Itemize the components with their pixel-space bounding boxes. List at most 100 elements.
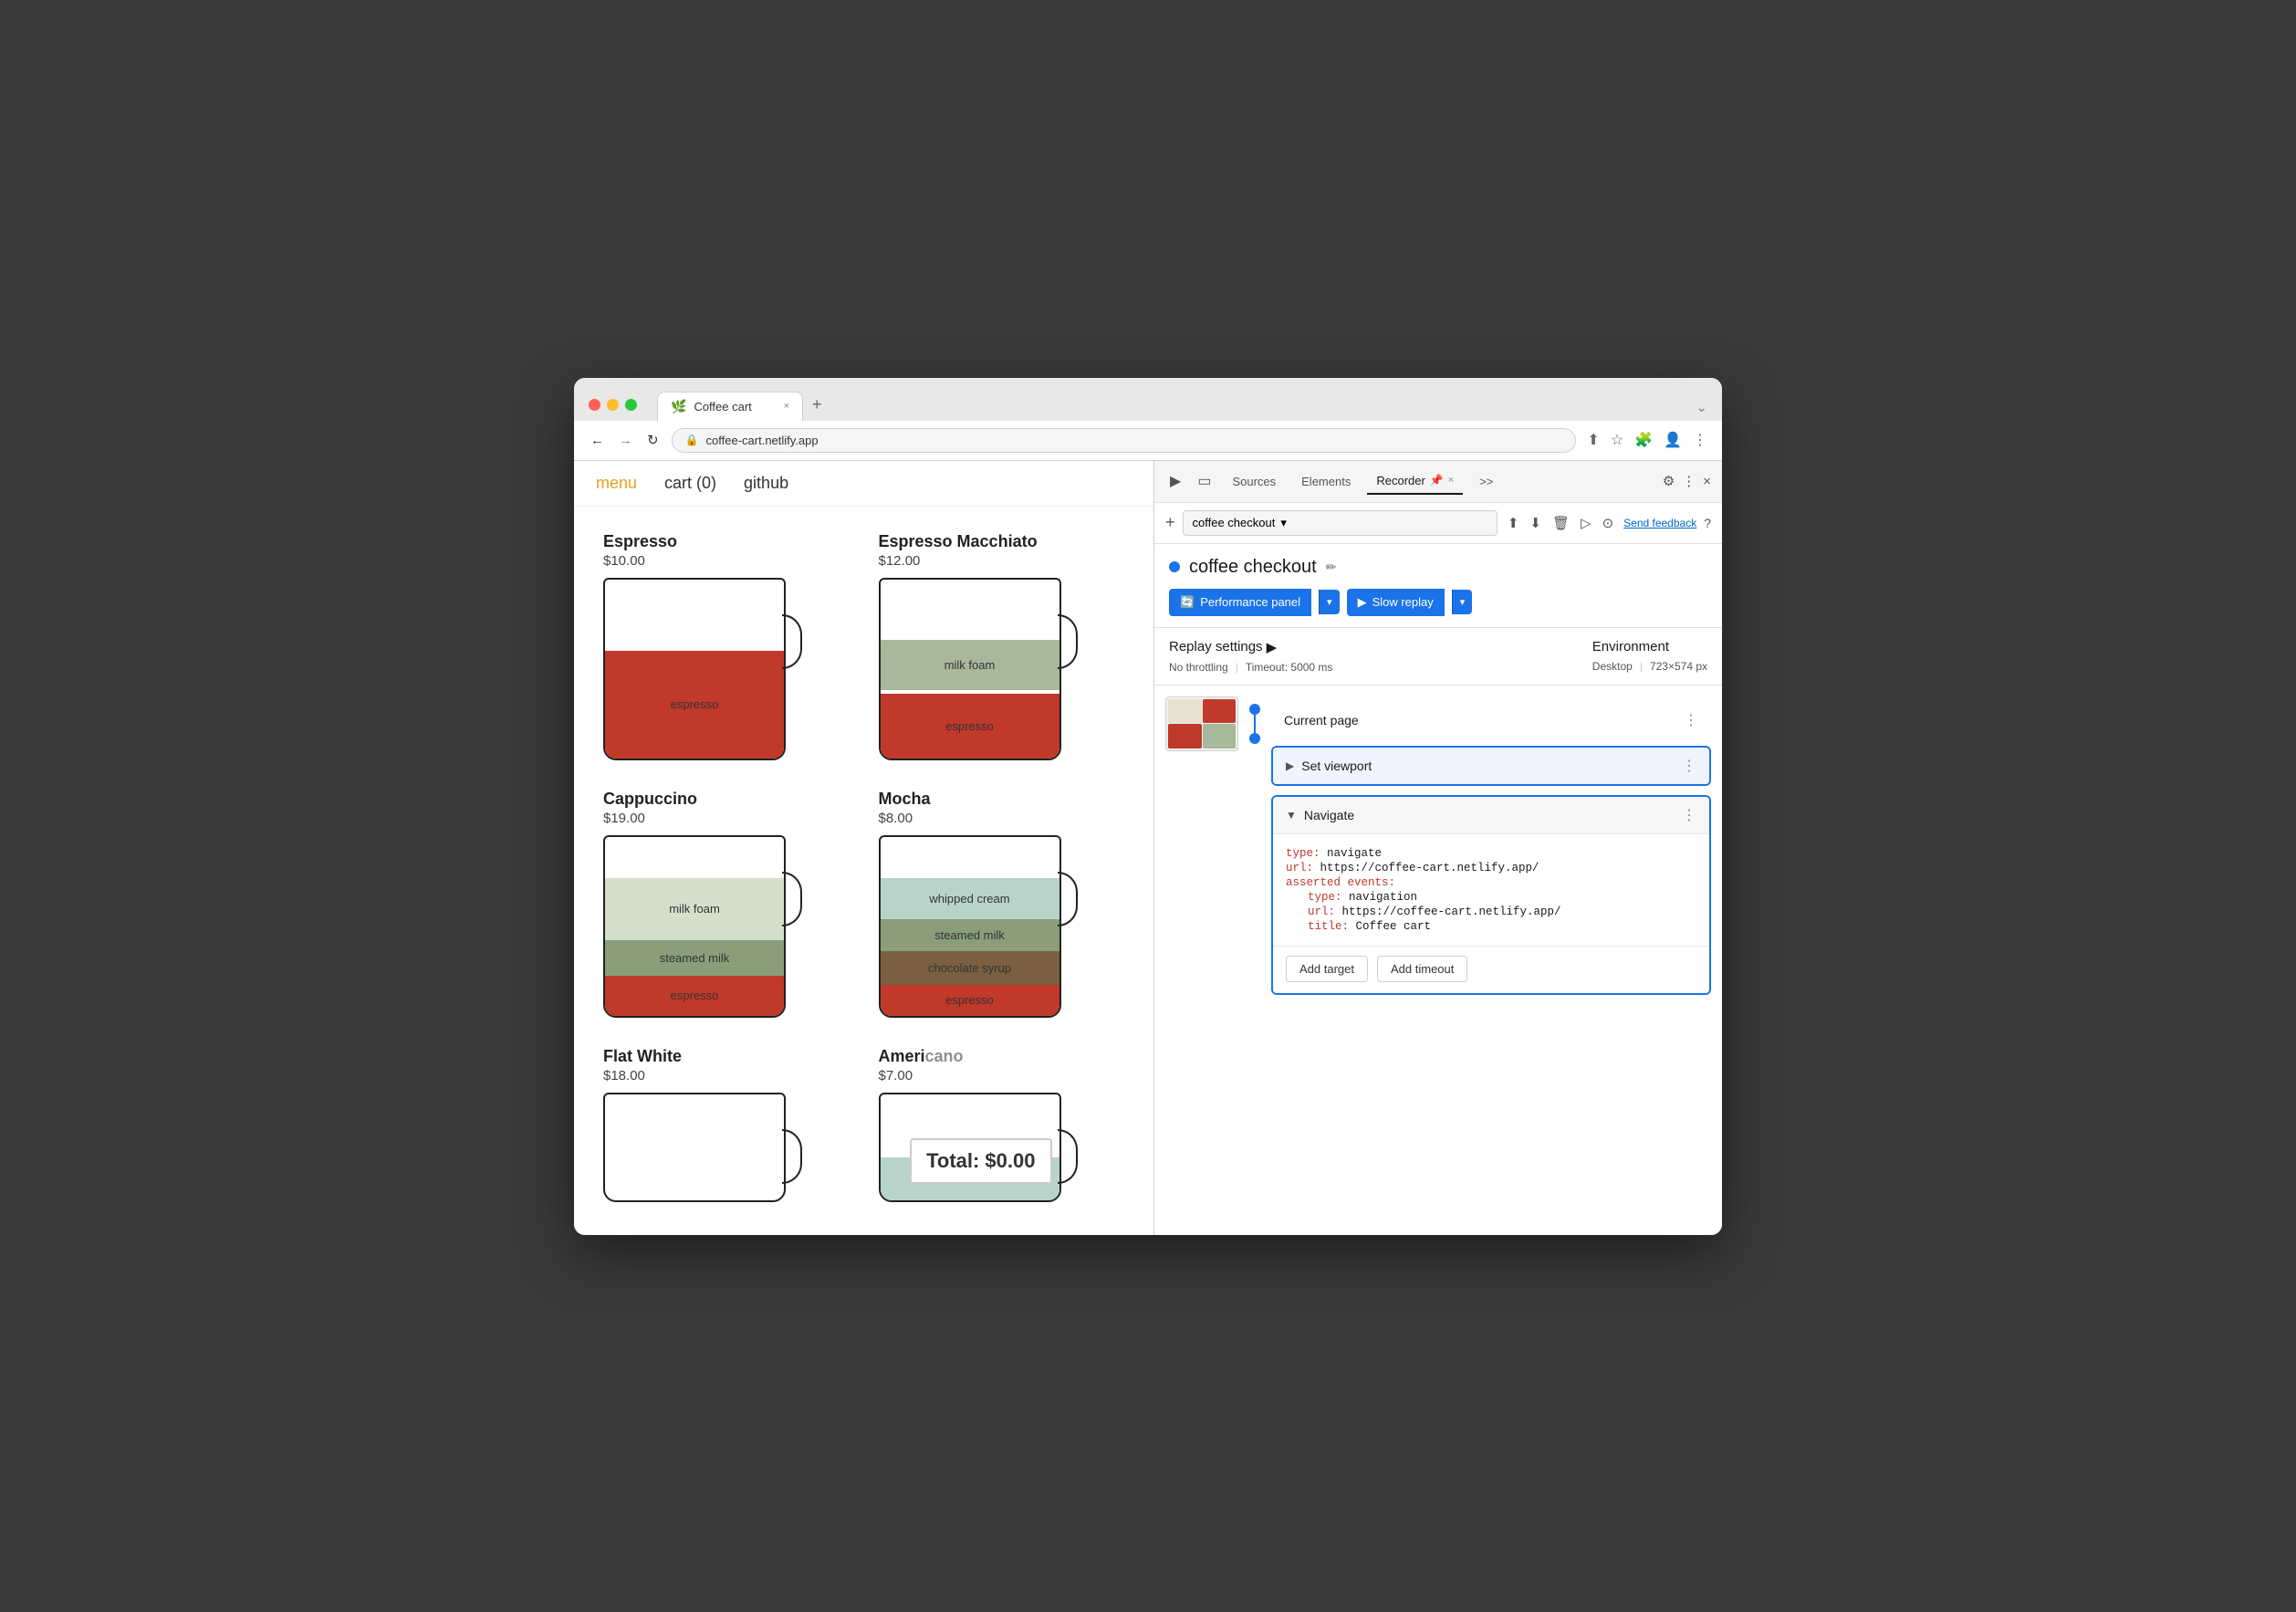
device-toggle-icon[interactable]: ▭: [1193, 469, 1216, 493]
tab-more[interactable]: >>: [1470, 469, 1502, 494]
code-url-line: url: https://coffee-cart.netlify.app/: [1286, 862, 1696, 874]
refresh-button[interactable]: ↻: [645, 430, 661, 450]
cup-handle: [782, 872, 802, 926]
tab-right-controls: ⌄: [1696, 399, 1707, 421]
recorder-actions: ⬆ ⬇ 🗑 ▷ ⊙: [1505, 512, 1616, 534]
extensions-icon[interactable]: 🧩: [1634, 431, 1653, 449]
close-traffic-light[interactable]: [589, 399, 600, 411]
coffee-name: Mocha: [879, 790, 1125, 809]
tab-sources[interactable]: Sources: [1223, 469, 1285, 494]
tab-list-arrow[interactable]: ⌄: [1696, 399, 1707, 415]
address-bar: ← → ↻ 🔒 coffee-cart.netlify.app ⬆ ☆ 🧩 👤 …: [574, 421, 1722, 461]
navigate-more-button[interactable]: ⋮: [1682, 806, 1696, 824]
performance-panel-dropdown[interactable]: ▾: [1319, 590, 1340, 614]
cup-layer-chocolate-syrup: chocolate syrup: [881, 951, 1059, 985]
replay-icon[interactable]: ▷: [1578, 512, 1594, 534]
tab-recorder-close[interactable]: ×: [1448, 475, 1454, 486]
set-viewport-expand-icon[interactable]: ▶: [1286, 759, 1294, 772]
devtools-close-icon[interactable]: ×: [1703, 474, 1711, 489]
list-item[interactable]: Cappuccino $19.00 milk foam steamed milk…: [589, 779, 864, 1036]
coffee-price: $12.00: [879, 553, 1125, 569]
nav-cart[interactable]: cart (0): [664, 474, 716, 493]
replay-details: No throttling | Timeout: 5000 ms: [1169, 661, 1332, 674]
code-nav-type-line: type: navigation: [1286, 891, 1696, 904]
recording-name-select[interactable]: coffee checkout ▾: [1183, 510, 1498, 536]
total-badge: Total: $0.00: [910, 1138, 1051, 1184]
devtools-panel: ▶ ▭ Sources Elements Recorder 📌 × >> ⚙ ⋮…: [1154, 461, 1722, 1235]
menu-icon[interactable]: ⋮: [1693, 431, 1707, 449]
coffee-cup: milk foam espresso: [879, 578, 1061, 760]
share-icon[interactable]: ⬆: [1587, 431, 1599, 449]
timeline-row: Current page ⋮ ▶ Set viewport ⋮: [1154, 696, 1722, 995]
list-item[interactable]: Flat White $18.00: [589, 1036, 864, 1220]
navigate-body: type: navigate url: https://coffee-cart.…: [1273, 834, 1709, 946]
tab-close-button[interactable]: ×: [784, 401, 789, 412]
active-tab[interactable]: 🌿 Coffee cart ×: [657, 392, 803, 421]
performance-panel-button[interactable]: 🔄 Performance panel: [1169, 589, 1311, 616]
record-icon[interactable]: ⊙: [1600, 512, 1617, 534]
code-asserted-line: asserted events:: [1286, 876, 1696, 889]
list-item[interactable]: Espresso Macchiato $12.00 milk foam espr…: [864, 521, 1140, 779]
inspector-icon[interactable]: ▶: [1165, 469, 1185, 493]
env-separator: |: [1640, 660, 1643, 673]
download-recording-icon[interactable]: ⬇: [1527, 512, 1544, 534]
tab-recorder[interactable]: Recorder 📌 ×: [1367, 468, 1463, 495]
tab-elements[interactable]: Elements: [1292, 469, 1360, 494]
current-page-title: Current page: [1284, 713, 1675, 727]
coffee-cup: whipped cream steamed milk chocolate syr…: [879, 835, 1061, 1018]
add-target-button[interactable]: Add target: [1286, 956, 1368, 982]
settings-icon[interactable]: ⚙: [1663, 473, 1675, 489]
recording-dropdown-arrow[interactable]: ▾: [1280, 516, 1287, 530]
coffee-cup: espresso: [603, 578, 786, 760]
environment-title: Environment: [1592, 639, 1707, 654]
coffee-cup: [603, 1093, 786, 1202]
code-type-line: type: navigate: [1286, 847, 1696, 860]
recorder-address-bar: + coffee checkout ▾ ⬆ ⬇ 🗑 ▷ ⊙ Send feedb…: [1154, 503, 1722, 544]
nav-menu[interactable]: menu: [596, 474, 637, 493]
coffee-name: Espresso Macchiato: [879, 532, 1125, 551]
forward-button[interactable]: →: [617, 431, 634, 450]
add-timeout-button[interactable]: Add timeout: [1377, 956, 1467, 982]
set-viewport-more-button[interactable]: ⋮: [1682, 757, 1696, 775]
bookmark-icon[interactable]: ☆: [1611, 431, 1623, 449]
step-card-navigate: ▼ Navigate ⋮ type: navigate url: https:/…: [1271, 795, 1711, 995]
cup-layer-milk-foam: milk foam: [881, 640, 1059, 690]
cup-layer-steamed-milk: steamed milk: [605, 940, 784, 976]
slow-replay-button[interactable]: ▶ Slow replay: [1347, 589, 1445, 616]
tab-bar: 🌿 Coffee cart × + ⌄: [657, 389, 1707, 421]
export-recording-icon[interactable]: ⬆: [1505, 512, 1522, 534]
back-button[interactable]: ←: [589, 431, 606, 450]
site-nav: menu cart (0) github: [574, 461, 1153, 507]
code-title-line: title: Coffee cart: [1286, 920, 1696, 933]
replay-settings-title[interactable]: Replay settings ▶: [1169, 639, 1332, 655]
edit-recording-icon[interactable]: ✏: [1326, 560, 1337, 575]
navigate-footer: Add target Add timeout: [1273, 946, 1709, 993]
list-item[interactable]: Americano $7.00 Total: $0.00: [864, 1036, 1140, 1220]
tab-title: Coffee cart: [694, 400, 751, 413]
cup-handle: [782, 1129, 802, 1184]
set-viewport-header: ▶ Set viewport ⋮: [1273, 748, 1709, 784]
coffee-price: $19.00: [603, 811, 850, 826]
timeline-node-top: [1249, 704, 1260, 715]
current-page-more-button[interactable]: ⋮: [1684, 711, 1698, 729]
delete-recording-icon[interactable]: 🗑: [1550, 512, 1572, 534]
more-devtools-icon[interactable]: ⋮: [1682, 473, 1696, 489]
nav-github[interactable]: github: [744, 474, 788, 493]
timeline-area: Current page ⋮ ▶ Set viewport ⋮: [1154, 686, 1722, 1235]
maximize-traffic-light[interactable]: [625, 399, 637, 411]
profile-icon[interactable]: 👤: [1664, 431, 1682, 449]
main-layout: menu cart (0) github Espresso $10.00 esp…: [574, 461, 1722, 1235]
list-item[interactable]: Espresso $10.00 espresso: [589, 521, 864, 779]
url-bar[interactable]: 🔒 coffee-cart.netlify.app: [672, 428, 1577, 453]
coffee-name: Flat White: [603, 1047, 850, 1066]
step-card-set-viewport: ▶ Set viewport ⋮: [1271, 746, 1711, 786]
slow-replay-dropdown[interactable]: ▾: [1452, 590, 1473, 614]
send-feedback-link[interactable]: Send feedback: [1623, 517, 1696, 529]
add-recording-button[interactable]: +: [1165, 513, 1175, 532]
help-icon[interactable]: ?: [1704, 516, 1711, 530]
new-tab-button[interactable]: +: [803, 389, 831, 421]
navigate-expand-icon[interactable]: ▼: [1286, 809, 1297, 822]
minimize-traffic-light[interactable]: [607, 399, 619, 411]
coffee-price: $8.00: [879, 811, 1125, 826]
list-item[interactable]: Mocha $8.00 whipped cream steamed milk c…: [864, 779, 1140, 1036]
